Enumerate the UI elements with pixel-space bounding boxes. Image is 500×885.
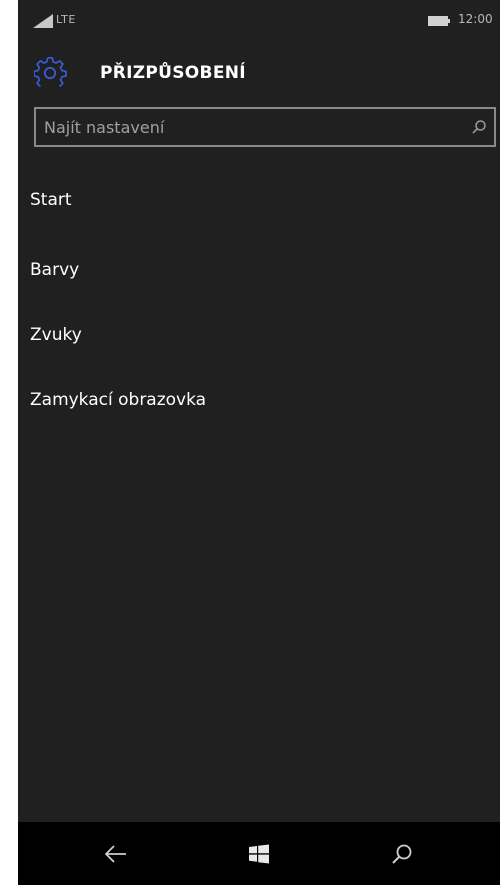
search-input[interactable] [44, 109, 444, 145]
search-icon[interactable] [470, 118, 488, 136]
search-button[interactable] [386, 838, 418, 870]
page-header: PŘIZPŮSOBENÍ [18, 50, 500, 96]
search-icon [392, 844, 412, 864]
back-button[interactable] [100, 838, 132, 870]
search-box[interactable] [34, 107, 496, 147]
windows-logo-icon [249, 844, 269, 864]
navigation-bar [18, 822, 500, 885]
back-arrow-icon [105, 845, 126, 863]
home-button[interactable] [243, 838, 275, 870]
menu-item-barvy[interactable]: Barvy [30, 250, 490, 290]
phone-screen: LTE 12:00 PŘIZPŮSOBENÍ Start Barvy Zvuky… [18, 0, 500, 885]
gear-icon [34, 57, 67, 88]
network-type-label: LTE [56, 13, 76, 26]
menu-item-start[interactable]: Start [30, 180, 490, 220]
clock: 12:00 [458, 12, 493, 26]
battery-icon [428, 16, 450, 26]
status-bar: LTE 12:00 [18, 0, 500, 40]
page-title: PŘIZPŮSOBENÍ [100, 63, 246, 83]
menu-item-zamykaci-obrazovka[interactable]: Zamykací obrazovka [30, 380, 490, 420]
signal-strength-icon [33, 14, 53, 28]
menu-item-zvuky[interactable]: Zvuky [30, 315, 490, 355]
